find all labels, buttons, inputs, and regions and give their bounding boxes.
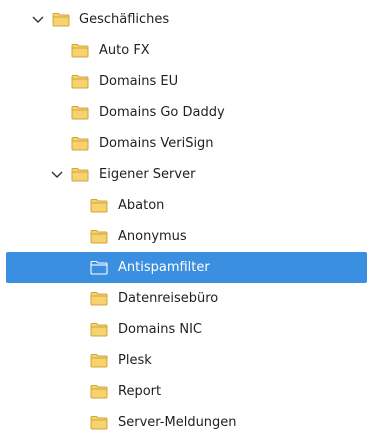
tree-item-label: Domains EU (99, 74, 179, 89)
tree-item-auto-fx[interactable]: Auto FX (6, 35, 367, 66)
tree-item-domains-verisign[interactable]: Domains VeriSign (6, 128, 367, 159)
tree-item-label: Datenreisebüro (118, 291, 219, 306)
tree-item-abaton[interactable]: Abaton (6, 190, 367, 221)
tree-item-label: Plesk (118, 353, 152, 368)
chevron-down-icon[interactable] (30, 4, 46, 35)
folder-icon (71, 43, 89, 58)
tree-item-domains-nic[interactable]: Domains NIC (6, 314, 367, 345)
tree-item-domains-eu[interactable]: Domains EU (6, 66, 367, 97)
chevron-down-icon[interactable] (49, 159, 65, 190)
tree-item-label: Domains Go Daddy (99, 105, 225, 120)
tree-item-anonymus[interactable]: Anonymus (6, 221, 367, 252)
tree-item-label: Report (118, 384, 162, 399)
folder-icon (90, 229, 108, 244)
folder-icon (90, 322, 108, 337)
folder-icon (71, 167, 89, 182)
folder-icon (90, 353, 108, 368)
tree-item-report[interactable]: Report (6, 376, 367, 407)
folder-icon (71, 74, 89, 89)
tree-item-server-meldungen[interactable]: Server-Meldungen (6, 407, 367, 438)
folder-icon (90, 291, 108, 306)
folder-icon (90, 415, 108, 430)
tree-item-datenreisebuero[interactable]: Datenreisebüro (6, 283, 367, 314)
tree-item-label: Anonymus (118, 229, 187, 244)
tree-item-plesk[interactable]: Plesk (6, 345, 367, 376)
tree-item-label: Domains NIC (118, 322, 202, 337)
folder-icon (52, 12, 70, 27)
tree-item-label: Antispamfilter (118, 260, 210, 275)
tree-item-geschaefliches[interactable]: Geschäfliches (6, 4, 367, 35)
tree-item-domains-go-daddy[interactable]: Domains Go Daddy (6, 97, 367, 128)
folder-icon (90, 260, 108, 275)
tree-item-eigener-server[interactable]: Eigener Server (6, 159, 367, 190)
tree-item-antispamfilter[interactable]: Antispamfilter (6, 252, 367, 283)
folder-icon (90, 384, 108, 399)
tree-item-label: Eigener Server (99, 167, 196, 182)
folder-icon (90, 198, 108, 213)
tree-item-label: Auto FX (99, 43, 150, 58)
tree-item-label: Abaton (118, 198, 165, 213)
folder-tree: Geschäfliches Auto FX Domains EU Domains… (0, 0, 373, 440)
tree-item-label: Domains VeriSign (99, 136, 214, 151)
tree-item-label: Server-Meldungen (118, 415, 237, 430)
folder-icon (71, 136, 89, 151)
tree-item-label: Geschäfliches (79, 12, 170, 27)
folder-icon (71, 105, 89, 120)
